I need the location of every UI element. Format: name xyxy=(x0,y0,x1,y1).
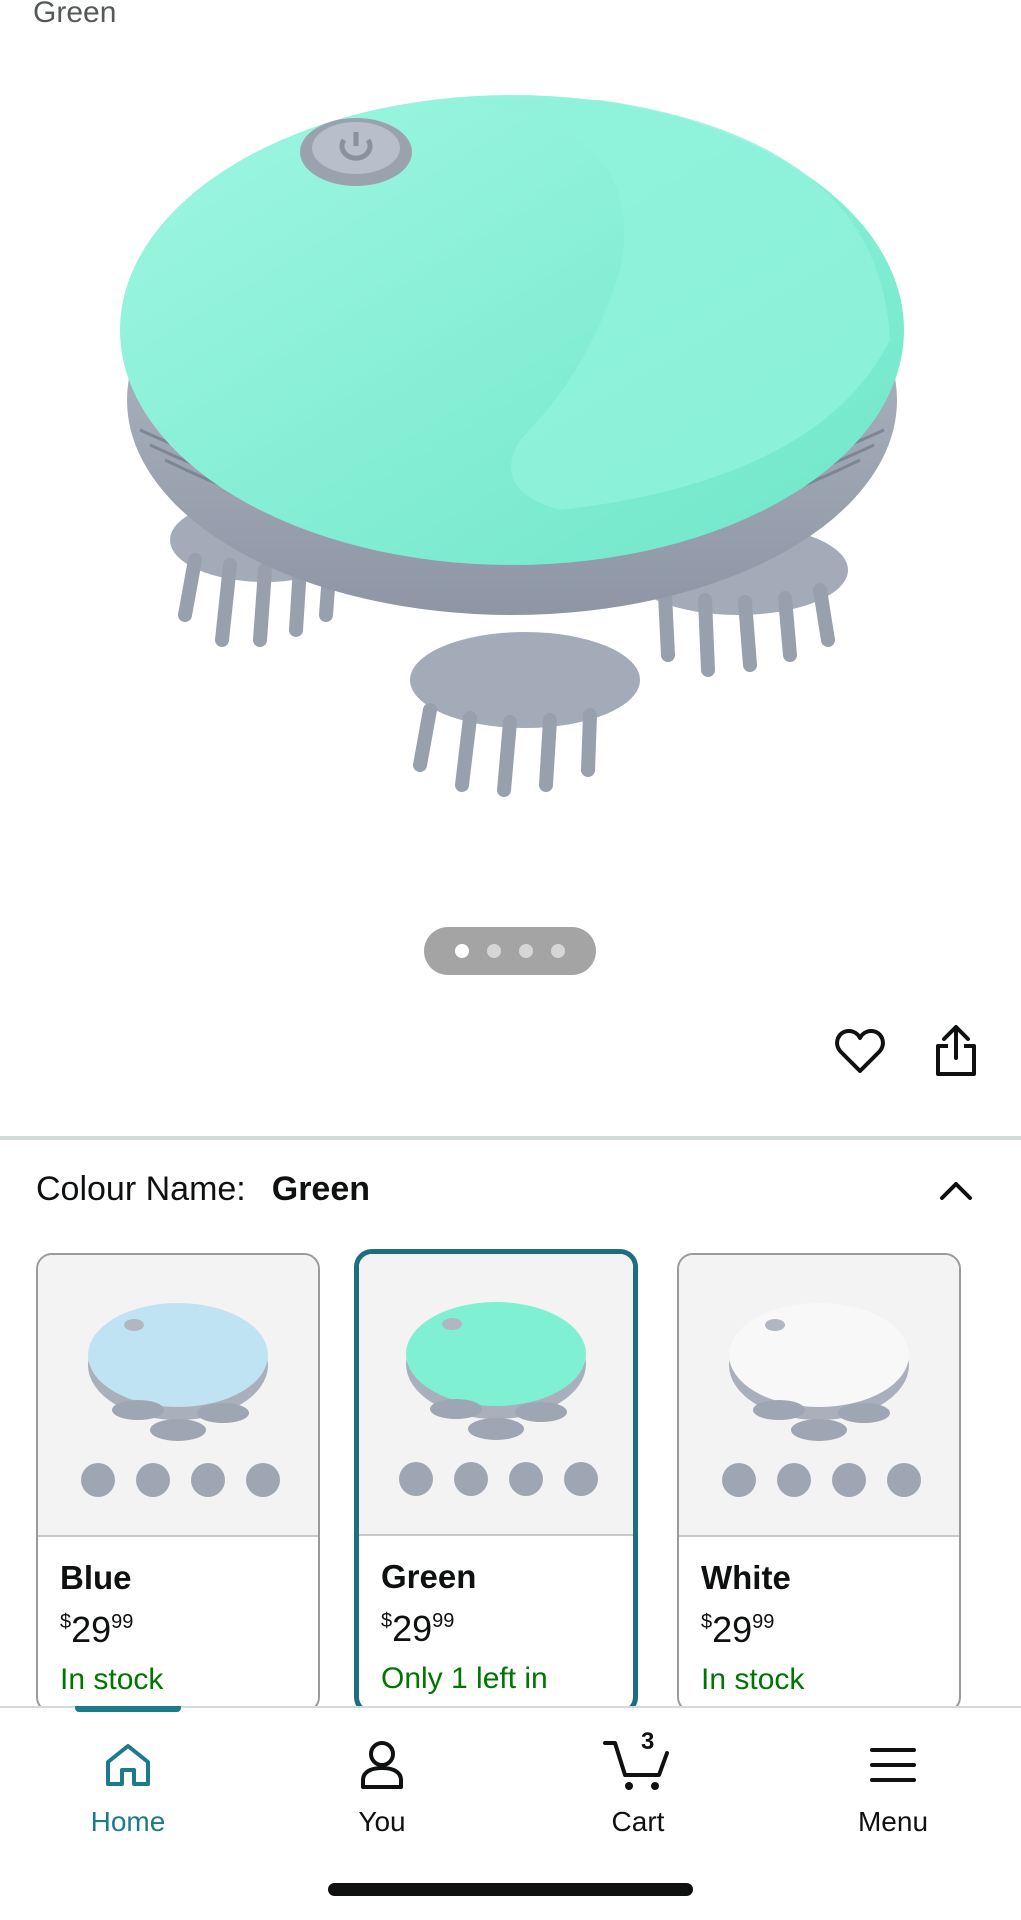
nav-you-label: You xyxy=(358,1806,406,1837)
colour-value: Green xyxy=(271,1170,371,1208)
share-icon[interactable] xyxy=(931,1024,981,1078)
product-actions xyxy=(835,1024,981,1078)
nav-menu[interactable]: Menu xyxy=(813,1734,973,1838)
hamburger-icon xyxy=(813,1734,973,1796)
nav-home[interactable]: Home xyxy=(48,1734,208,1838)
section-divider xyxy=(0,1136,1021,1140)
swatch-thumbnail xyxy=(38,1255,318,1537)
nav-you[interactable]: You xyxy=(302,1734,462,1838)
home-icon xyxy=(48,1734,208,1796)
swatch-availability: Only 1 left in xyxy=(381,1662,548,1695)
nav-active-indicator xyxy=(75,1706,181,1712)
nav-cart[interactable]: 3 Cart xyxy=(558,1728,718,1838)
home-indicator[interactable] xyxy=(328,1883,693,1896)
cart-icon: 3 xyxy=(558,1728,718,1796)
swatch-availability: In stock xyxy=(60,1663,164,1696)
gallery-dot[interactable] xyxy=(551,944,565,958)
swatch-blue[interactable]: Blue $2999 In stock xyxy=(36,1253,320,1713)
nav-menu-label: Menu xyxy=(857,1806,929,1837)
swatch-name: White xyxy=(701,1559,791,1596)
gallery-dot[interactable] xyxy=(519,944,533,958)
swatch-price: $2999 xyxy=(701,1609,775,1650)
product-illustration xyxy=(120,95,904,797)
swatch-thumbnail xyxy=(679,1255,959,1537)
chevron-up-icon[interactable] xyxy=(936,1170,976,1210)
swatch-name: Green xyxy=(381,1558,477,1595)
heart-icon[interactable] xyxy=(835,1024,885,1078)
cart-count-badge: 3 xyxy=(641,1728,655,1755)
gallery-dot[interactable] xyxy=(455,944,469,958)
gallery-dot[interactable] xyxy=(487,944,501,958)
swatch-name: Blue xyxy=(60,1559,132,1596)
colour-label: Colour Name: xyxy=(36,1170,246,1208)
variant-label: Green xyxy=(33,0,117,29)
swatch-thumbnail xyxy=(359,1254,633,1536)
swatch-availability: In stock xyxy=(701,1663,805,1696)
swatch-white[interactable]: White $2999 In stock xyxy=(677,1253,961,1713)
person-icon xyxy=(302,1734,462,1796)
product-image[interactable] xyxy=(0,40,1021,800)
swatch-price: $2999 xyxy=(60,1609,134,1650)
nav-home-label: Home xyxy=(90,1806,166,1837)
nav-cart-label: Cart xyxy=(611,1806,665,1837)
colour-selector-header[interactable]: Colour Name: Green xyxy=(36,1170,986,1209)
gallery-pagination[interactable] xyxy=(424,927,596,975)
colour-swatches: Blue $2999 In stock Green $2999 Only 1 l… xyxy=(36,1249,1021,1715)
swatch-price: $2999 xyxy=(381,1608,455,1649)
swatch-green[interactable]: Green $2999 Only 1 left in xyxy=(354,1249,638,1715)
